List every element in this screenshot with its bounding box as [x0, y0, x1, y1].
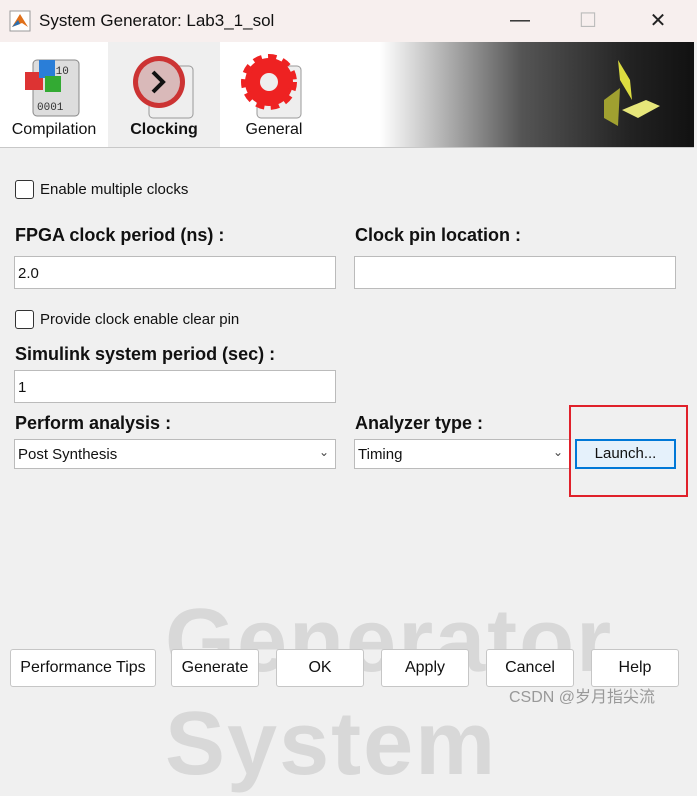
- matlab-icon: [9, 10, 31, 32]
- analyzer-type-select[interactable]: Timing ⌄: [354, 439, 570, 469]
- window-title: System Generator: Lab3_1_sol: [39, 11, 275, 30]
- apply-button[interactable]: Apply: [381, 649, 469, 687]
- xilinx-banner: [380, 42, 694, 147]
- checkbox-label: Enable multiple clocks: [40, 181, 189, 198]
- cancel-button[interactable]: Cancel: [486, 649, 574, 687]
- compilation-icon: 0001110: [25, 59, 80, 117]
- analyzer-type-label: Analyzer type :: [355, 413, 484, 433]
- csdn-watermark: CSDN @岁月指尖流: [509, 689, 656, 706]
- checkbox-label: Provide clock enable clear pin: [40, 311, 240, 328]
- select-value: Post Synthesis: [18, 446, 118, 463]
- clock-pin-location-label: Clock pin location :: [355, 225, 522, 245]
- checkbox-box[interactable]: [15, 310, 34, 329]
- tab-compilation[interactable]: 0001 110 Compilation: [0, 42, 108, 147]
- title-bar: System Generator: Lab3_1_sol — ☐ ✕: [0, 0, 697, 42]
- gear-icon: [241, 54, 302, 119]
- highlight-box: [569, 405, 688, 497]
- maximize-button[interactable]: ☐: [568, 6, 608, 34]
- perform-analysis-select[interactable]: Post Synthesis ⌄: [14, 439, 336, 469]
- clock-icon: [133, 56, 194, 119]
- select-value: Timing: [358, 446, 403, 463]
- tab-label: Clocking: [130, 121, 198, 138]
- tab-toolbar: 0001 110 Compilation Clocking General: [0, 42, 694, 148]
- svg-text:0001: 0001: [37, 102, 64, 114]
- tab-label: Compilation: [11, 121, 97, 138]
- close-button[interactable]: ✕: [638, 6, 678, 34]
- performance-tips-button[interactable]: Performance Tips: [10, 649, 156, 687]
- generate-button[interactable]: Generate: [171, 649, 259, 687]
- clock-pin-location-input[interactable]: [354, 256, 676, 289]
- xilinx-logo: [604, 60, 660, 126]
- simulink-period-label: Simulink system period (sec) :: [15, 344, 276, 364]
- ok-button[interactable]: OK: [276, 649, 364, 687]
- help-button[interactable]: Help: [591, 649, 679, 687]
- tab-clocking[interactable]: Clocking: [108, 42, 220, 147]
- chevron-down-icon: ⌄: [552, 445, 563, 459]
- checkbox-box[interactable]: [15, 180, 34, 199]
- fpga-clock-period-input[interactable]: 2.0: [14, 256, 336, 289]
- enable-multiple-clocks-checkbox[interactable]: Enable multiple clocks: [15, 180, 188, 199]
- simulink-period-input[interactable]: 1: [14, 370, 336, 403]
- perform-analysis-label: Perform analysis :: [15, 413, 172, 433]
- clock-enable-clear-checkbox[interactable]: Provide clock enable clear pin: [15, 310, 239, 329]
- tab-label: General: [245, 121, 303, 138]
- tab-general[interactable]: General: [220, 42, 328, 147]
- minimize-button[interactable]: —: [500, 6, 540, 34]
- chevron-down-icon: ⌄: [318, 445, 329, 459]
- fpga-clock-period-label: FPGA clock period (ns) :: [15, 225, 225, 245]
